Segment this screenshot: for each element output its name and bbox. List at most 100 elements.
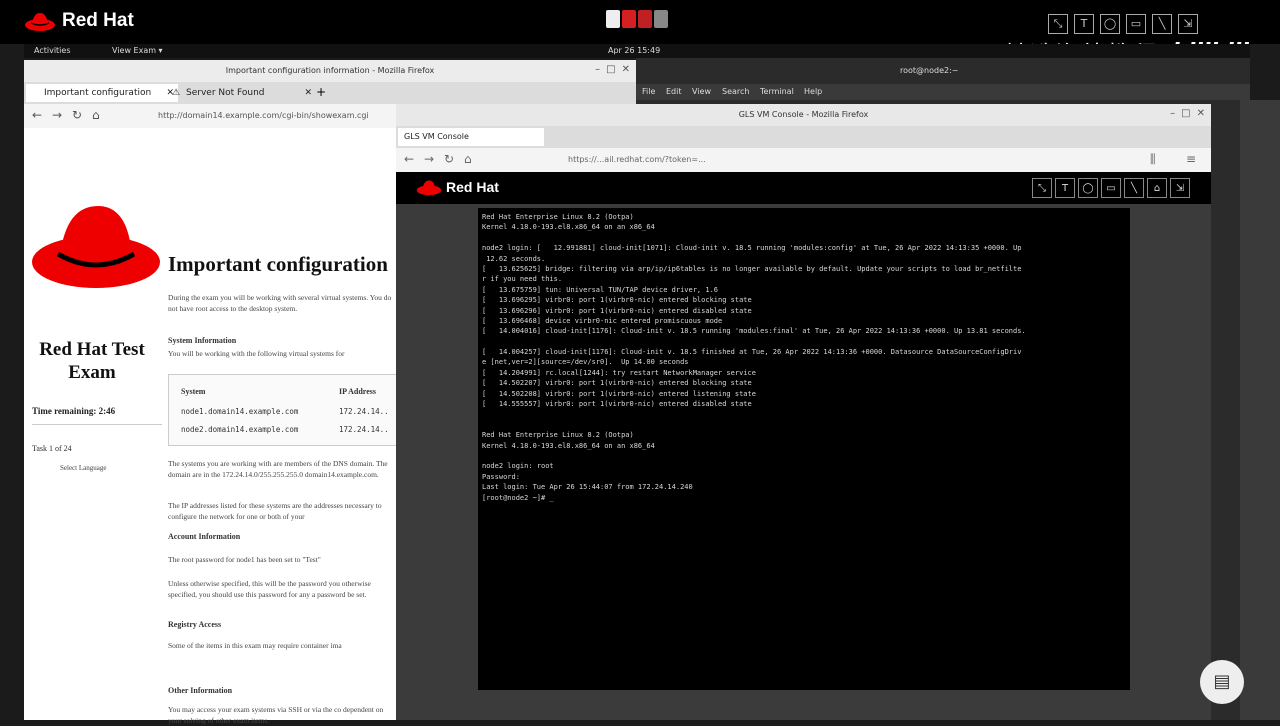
terminal-line: [ 14.004257] cloud-init[1176]: Cloud-ini… — [482, 348, 1022, 357]
terminal-line: [ 14.555557] virbr0: port 1(virbr0-nic) … — [482, 400, 752, 409]
menu-terminal[interactable]: Terminal — [760, 87, 794, 96]
home-icon[interactable]: ⌂ — [464, 152, 472, 166]
line-icon[interactable]: ╲ — [1152, 14, 1172, 34]
menu-icon[interactable]: ≡ — [1186, 152, 1196, 166]
sidebar-divider — [32, 424, 162, 425]
maximize-icon[interactable]: □ — [1181, 108, 1190, 119]
record-icon[interactable] — [606, 10, 620, 28]
fullscreen-icon[interactable]: ⤡ — [1032, 178, 1052, 198]
back-icon[interactable]: ← — [32, 108, 42, 122]
annotation-toolbar[interactable]: ⤡ T ◯ ▭ ╲ ⇲ — [1048, 14, 1198, 34]
settings-icon[interactable] — [654, 10, 668, 28]
crop-icon[interactable]: ⤡ — [1048, 14, 1068, 34]
redhat-hat-logo — [32, 206, 160, 288]
page-title: Important configuration — [168, 252, 388, 276]
gnome-top-bar: Activities View Exam ▾ Apr 26 15:49 — [24, 44, 1250, 58]
window-controls[interactable]: – □ ✕ — [1170, 108, 1205, 119]
tab-important-configuration[interactable]: Important configuration ✕ — [26, 84, 178, 102]
tab-bar: Important configuration ✕ ⚠ Server Not F… — [24, 82, 636, 104]
terminal-line: [ 13.696468] device virbr0-nic entered p… — [482, 316, 723, 325]
line-icon[interactable]: ╲ — [1124, 178, 1144, 198]
export-icon[interactable]: ⇲ — [1178, 14, 1198, 34]
window-title: GLS VM Console - Mozilla Firefox — [396, 104, 1211, 126]
console-toolbar[interactable]: ⤡ T ◯ ▭ ╲ ⌂ ⇲ — [1032, 178, 1190, 198]
close-icon[interactable]: ✕ — [622, 64, 630, 75]
view-exam-menu[interactable]: View Exam ▾ — [112, 46, 163, 55]
system-info-text: You will be working with the following v… — [168, 349, 345, 358]
forward-icon[interactable]: → — [424, 152, 434, 166]
minimize-icon[interactable]: – — [595, 64, 600, 75]
text-icon[interactable]: T — [1055, 178, 1075, 198]
circle-icon[interactable]: ◯ — [1100, 14, 1120, 34]
vm-terminal[interactable]: Red Hat Enterprise Linux 8.2 (Ootpa) Kern… — [478, 208, 1130, 690]
terminal-line: [root@node2 ~]# _ — [482, 493, 554, 502]
window-controls[interactable]: – □ ✕ — [595, 64, 630, 75]
redhat-hat-icon — [416, 180, 442, 196]
chat-icon[interactable]: ▤ — [1200, 660, 1244, 704]
terminal-line: Last login: Tue Apr 26 15:44:07 from 172… — [482, 483, 693, 492]
desktop-background — [1240, 100, 1280, 720]
terminal-line: Password: — [482, 472, 520, 481]
select-language-link[interactable]: Select Language — [60, 464, 106, 472]
background-terminal-title: root@node2:~ — [636, 58, 1250, 84]
recording-controls[interactable] — [606, 10, 668, 28]
tab-close-icon[interactable]: ✕ — [304, 84, 312, 102]
terminal-line: e [net,ver=2][source=/dev/sr0]. Up 14.00… — [482, 358, 689, 367]
terminal-line: Red Hat Enterprise Linux 8.2 (Ootpa) — [482, 431, 634, 440]
table-row-ip: 172.24.14.. — [339, 425, 389, 434]
menu-search[interactable]: Search — [722, 87, 749, 96]
home-icon[interactable]: ⌂ — [92, 108, 100, 122]
terminal-line: [ 14.502207] virbr0: port 1(virbr0-nic) … — [482, 379, 752, 388]
col-header-ip: IP Address — [339, 387, 376, 396]
reload-icon[interactable]: ↻ — [72, 108, 82, 122]
terminal-line: [ 14.004016] cloud-init[1176]: Cloud-ini… — [482, 327, 1026, 336]
tab-gls-vm-console[interactable]: GLS VM Console — [398, 128, 544, 146]
home-icon[interactable]: ⌂ — [1147, 178, 1167, 198]
ip-paragraph: The IP addresses listed for these system… — [168, 501, 382, 521]
brand-text: Red Hat — [62, 10, 134, 31]
rect-icon[interactable]: ▭ — [1126, 14, 1146, 34]
system-info-heading: System Information — [168, 336, 237, 345]
close-icon[interactable]: ✕ — [1197, 108, 1205, 119]
exam-title: Red Hat Test Exam — [39, 339, 145, 383]
registry-heading: Registry Access — [168, 620, 222, 629]
rect-icon[interactable]: ▭ — [1101, 178, 1121, 198]
console-redhat-logo: Red Hat — [416, 178, 499, 196]
library-icon[interactable]: ⫼ — [1150, 152, 1156, 167]
new-tab-icon[interactable]: + — [316, 85, 326, 99]
camera-icon[interactable] — [638, 10, 652, 28]
tab-label: Important configuration — [44, 88, 152, 98]
tab-server-not-found[interactable]: ⚠ Server Not Found ✕ — [168, 84, 316, 102]
url-field[interactable]: https://...ail.redhat.com/?token=... — [568, 155, 706, 164]
intro-paragraph: During the exam you will be working with… — [168, 293, 392, 313]
window-title: Important configuration information - Mo… — [24, 60, 636, 82]
circle-icon[interactable]: ◯ — [1078, 178, 1098, 198]
terminal-line: r if you need this. — [482, 275, 563, 284]
activities-button[interactable]: Activities — [34, 46, 71, 55]
terminal-title-text: root@node2:~ — [900, 66, 959, 75]
forward-icon[interactable]: → — [52, 108, 62, 122]
menu-file[interactable]: File — [642, 87, 655, 96]
other-info-paragraph: You may access your exam systems via SSH… — [168, 705, 384, 725]
menu-view[interactable]: View — [692, 87, 711, 96]
terminal-line: [ 13.696296] virbr0: port 1(virbr0-nic) … — [482, 306, 752, 315]
menu-help[interactable]: Help — [804, 87, 822, 96]
tab-label: GLS VM Console — [404, 132, 469, 141]
back-icon[interactable]: ← — [404, 152, 414, 166]
terminal-menu-bar: File Edit View Search Terminal Help — [636, 84, 1250, 100]
url-field[interactable]: http://domain14.example.com/cgi-bin/show… — [158, 111, 369, 120]
maximize-icon[interactable]: □ — [606, 64, 615, 75]
export-icon[interactable]: ⇲ — [1170, 178, 1190, 198]
reload-icon[interactable]: ↻ — [444, 152, 454, 166]
table-row-ip: 172.24.14.. — [339, 407, 389, 416]
account-paragraph: The root password for node1 has been set… — [168, 555, 321, 564]
terminal-line: Kernel 4.18.0-193.el8.x86_64 on an x86_6… — [482, 441, 655, 450]
vm-console-firefox-window: GLS VM Console - Mozilla Firefox – □ ✕ G… — [396, 104, 1211, 720]
text-icon[interactable]: T — [1074, 14, 1094, 34]
stop-icon[interactable] — [622, 10, 636, 28]
minimize-icon[interactable]: – — [1170, 108, 1175, 119]
menu-edit[interactable]: Edit — [666, 87, 682, 96]
